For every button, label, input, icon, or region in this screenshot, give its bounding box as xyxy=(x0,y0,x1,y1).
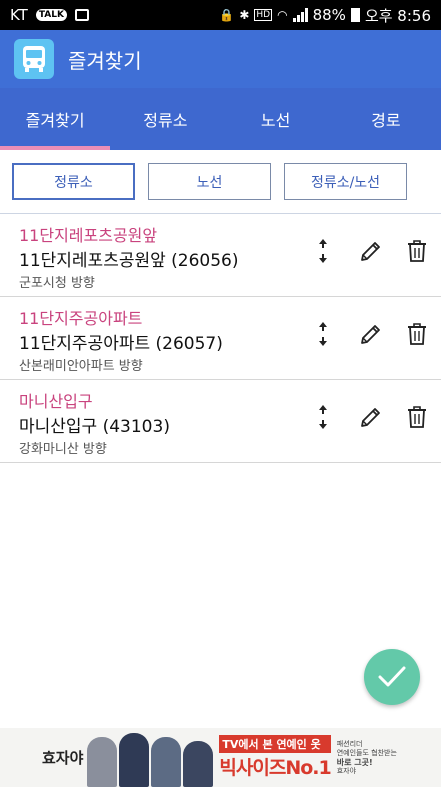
filter-stops-routes-button[interactable]: 정류소/노선 xyxy=(284,163,407,200)
stop-name: 마니산입구 (43103) xyxy=(19,417,170,437)
tab-routes[interactable]: 노선 xyxy=(221,88,331,150)
ad-side-line: 연예인들도 협찬받는 xyxy=(336,748,397,757)
wifi-icon: ◠ xyxy=(277,8,288,22)
stop-direction: 산본래미안아파트 방향 xyxy=(19,359,143,374)
app-bar: 즐겨찾기 xyxy=(0,30,441,88)
favorites-list: 11단지레포츠공원앞 11단지레포츠공원앞 (26056) 군포시청 방향 11… xyxy=(0,214,441,463)
item-actions xyxy=(311,321,429,347)
tab-favorites[interactable]: 즐겨찾기 xyxy=(0,88,111,150)
ad-big-text: 빅사이즈No.1 xyxy=(219,757,331,779)
confirm-fab-button[interactable] xyxy=(364,649,420,705)
item-actions xyxy=(311,238,429,264)
tab-stops[interactable]: 정류소 xyxy=(110,88,220,150)
ad-side-brand: 효자야 xyxy=(336,766,357,775)
battery-icon xyxy=(350,8,360,22)
stop-direction: 군포시청 방향 xyxy=(19,276,95,291)
ad-side-line: 패션리더 xyxy=(336,739,363,748)
kakaotalk-notification-icon: TALK xyxy=(35,9,67,21)
clock: 오후 8:56 xyxy=(364,6,431,25)
battery-percent: 88% xyxy=(312,6,346,24)
favorite-alias: 11단지레포츠공원앞 xyxy=(19,226,158,245)
ad-brand-logo: 효자야 xyxy=(42,749,84,767)
signal-icon xyxy=(292,8,308,22)
status-bar: KT TALK 🔒 ✱ HD ◠ 88% 오후 8:56 xyxy=(0,0,441,30)
trash-icon[interactable] xyxy=(405,321,429,347)
trash-icon[interactable] xyxy=(405,238,429,264)
ad-copy: TV에서 본 연예인 옷 빅사이즈No.1 xyxy=(219,735,332,780)
filter-routes-button[interactable]: 노선 xyxy=(148,163,271,200)
stop-name: 11단지주공아파트 (26057) xyxy=(19,334,223,354)
ad-person xyxy=(183,741,214,787)
stop-direction: 강화마니산 방향 xyxy=(19,442,107,457)
ad-person xyxy=(119,733,150,787)
tab-paths[interactable]: 경로 xyxy=(331,88,441,150)
lock-icon: 🔒 xyxy=(219,8,235,22)
item-actions xyxy=(311,404,429,430)
filter-row: 정류소 노선 정류소/노선 xyxy=(0,150,441,214)
favorite-alias: 마니산입구 xyxy=(19,392,93,411)
ad-banner[interactable]: 효자야 TV에서 본 연예인 옷 빅사이즈No.1 패션리더 연예인들도 협찬받… xyxy=(0,728,441,787)
up-down-arrows-icon[interactable] xyxy=(311,238,335,264)
ad-person xyxy=(87,737,118,787)
ad-side-text: 패션리더 연예인들도 협찬받는 바로 그곳! 효자야 xyxy=(337,740,397,776)
check-icon xyxy=(378,666,406,687)
trash-icon[interactable] xyxy=(405,404,429,430)
image-notification-icon xyxy=(74,9,89,21)
bluetooth-icon: ✱ xyxy=(239,8,250,22)
filter-stops-button[interactable]: 정류소 xyxy=(12,163,135,200)
list-item[interactable]: 11단지주공아파트 11단지주공아파트 (26057) 산본래미안아파트 방향 xyxy=(0,297,441,380)
list-item[interactable]: 마니산입구 마니산입구 (43103) 강화마니산 방향 xyxy=(0,380,441,463)
app-title: 즐겨찾기 xyxy=(68,48,142,73)
ad-side-line: 바로 그곳! xyxy=(336,757,373,767)
pencil-icon[interactable] xyxy=(359,238,383,264)
up-down-arrows-icon[interactable] xyxy=(311,404,335,430)
up-down-arrows-icon[interactable] xyxy=(311,321,335,347)
bus-icon xyxy=(14,39,54,79)
hd-voice-icon: HD xyxy=(254,9,273,21)
list-item[interactable]: 11단지레포츠공원앞 11단지레포츠공원앞 (26056) 군포시청 방향 xyxy=(0,214,441,297)
pencil-icon[interactable] xyxy=(359,321,383,347)
carrier-label: KT xyxy=(10,6,28,24)
stop-name: 11단지레포츠공원앞 (26056) xyxy=(19,251,239,271)
ad-image xyxy=(87,728,214,787)
tab-bar: 즐겨찾기 정류소 노선 경로 xyxy=(0,88,441,150)
favorite-alias: 11단지주공아파트 xyxy=(19,309,143,328)
ad-person xyxy=(151,737,182,787)
ad-headline: TV에서 본 연예인 옷 xyxy=(219,735,331,753)
pencil-icon[interactable] xyxy=(359,404,383,430)
